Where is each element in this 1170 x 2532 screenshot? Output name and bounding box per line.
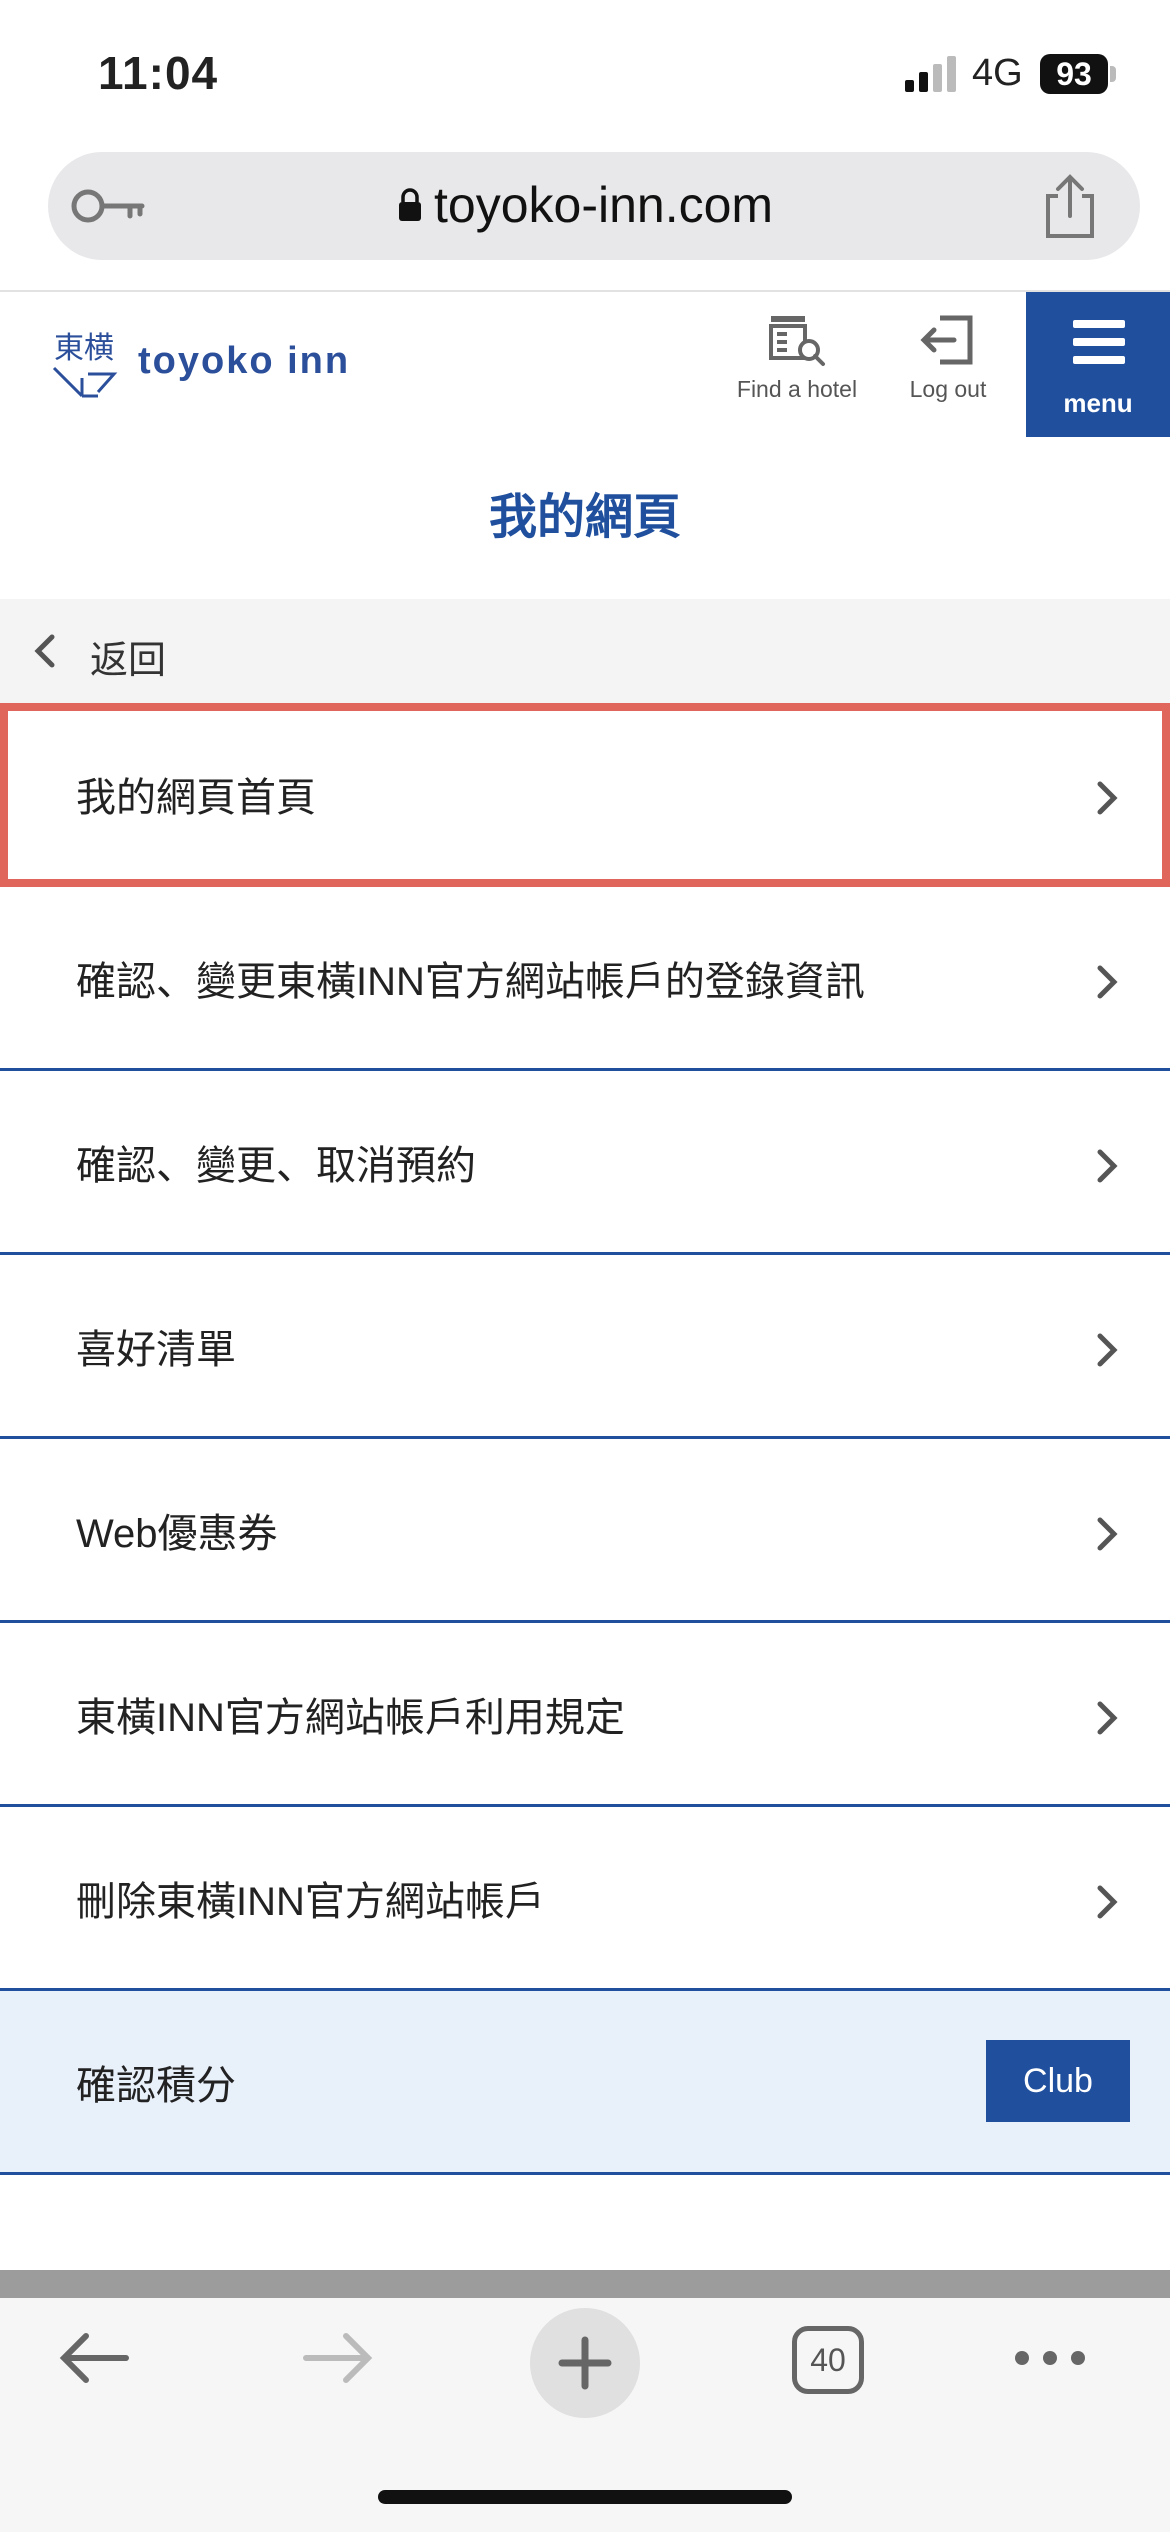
chevron-right-icon — [1097, 1333, 1118, 1367]
site-header: 東横 toyoko inn Find a hotel Log out menu — [0, 290, 1170, 439]
battery-icon: 93 — [1040, 54, 1108, 94]
chevron-right-icon — [1097, 1517, 1118, 1551]
menu-item-reservations[interactable]: 確認、變更、取消預約 — [0, 1071, 1170, 1255]
chevron-right-icon — [1097, 1149, 1118, 1183]
hamburger-icon — [1073, 320, 1125, 374]
scroll-divider — [0, 2270, 1170, 2298]
logout-icon — [920, 315, 973, 365]
logout-button[interactable]: Log out — [892, 312, 1004, 403]
menu-item-label: 我的網頁首頁 — [76, 776, 316, 820]
more-options-icon[interactable] — [1012, 2320, 1088, 2396]
chevron-right-icon — [1097, 781, 1118, 815]
chevron-right-icon — [1097, 1885, 1118, 1919]
mypage-menu-list: 我的網頁首頁 確認、變更東橫INN官方網站帳戶的登錄資訊 確認、變更、取消預約 … — [0, 703, 1170, 2175]
hotel-search-icon — [769, 316, 825, 366]
menu-item-label: 喜好清單 — [76, 1328, 236, 1372]
menu-item-label: 刪除東橫INN官方網站帳戶 — [76, 1880, 545, 1924]
menu-item-label: 確認、變更、取消預約 — [76, 1144, 476, 1188]
battery-tip — [1110, 66, 1116, 82]
status-time: 11:04 — [98, 47, 219, 99]
back-link[interactable]: 返回 — [0, 599, 1170, 703]
menu-button[interactable]: menu — [1026, 292, 1170, 437]
tab-switcher-button[interactable]: 40 — [792, 2326, 864, 2394]
menu-item-mypage-home[interactable]: 我的網頁首頁 — [0, 703, 1170, 887]
menu-item-check-points[interactable]: 確認積分 Club — [0, 1991, 1170, 2175]
address-bar[interactable]: toyoko-inn.com — [48, 152, 1140, 260]
menu-item-label: 東橫INN官方網站帳戶利用規定 — [76, 1696, 625, 1740]
network-type: 4G — [972, 52, 1023, 94]
toyoko-inn-logo-icon[interactable]: 東横 — [48, 322, 124, 402]
find-hotel-label: Find a hotel — [736, 376, 858, 402]
back-label: 返回 — [90, 640, 167, 682]
logo-text[interactable]: toyoko inn — [138, 340, 350, 383]
cellular-signal-icon — [905, 56, 956, 92]
menu-item-web-coupons[interactable]: Web優惠券 — [0, 1439, 1170, 1623]
status-bar: 11:04 4G 93 — [0, 0, 1170, 150]
forward-arrow-icon[interactable] — [300, 2320, 376, 2396]
back-arrow-icon[interactable] — [56, 2320, 132, 2396]
menu-item-label: 確認、變更東橫INN官方網站帳戶的登錄資訊 — [76, 960, 865, 1004]
menu-item-label: Web優惠券 — [76, 1512, 278, 1556]
url-text[interactable]: toyoko-inn.com — [434, 176, 773, 234]
menu-item-account-info[interactable]: 確認、變更東橫INN官方網站帳戶的登錄資訊 — [0, 887, 1170, 1071]
share-icon[interactable] — [1038, 174, 1102, 240]
logout-label: Log out — [909, 376, 987, 402]
menu-item-delete-account[interactable]: 刪除東橫INN官方網站帳戶 — [0, 1807, 1170, 1991]
menu-item-favorites[interactable]: 喜好清單 — [0, 1255, 1170, 1439]
svg-text:東横: 東横 — [54, 331, 114, 366]
chevron-right-icon — [1097, 965, 1118, 999]
chevron-right-icon — [1097, 1701, 1118, 1735]
chevron-left-icon — [34, 634, 55, 668]
menu-item-label: 確認積分 — [76, 2064, 236, 2108]
menu-item-account-terms[interactable]: 東橫INN官方網站帳戶利用規定 — [0, 1623, 1170, 1807]
club-badge-button[interactable]: Club — [986, 2040, 1130, 2122]
menu-label: menu — [1063, 388, 1133, 418]
lock-icon — [399, 188, 421, 221]
new-tab-button[interactable] — [530, 2308, 640, 2418]
page-title: 我的網頁 — [0, 437, 1170, 599]
key-icon[interactable] — [68, 182, 148, 230]
home-indicator[interactable] — [378, 2490, 792, 2504]
find-hotel-button[interactable]: Find a hotel — [732, 312, 862, 403]
plus-icon — [558, 2336, 612, 2390]
